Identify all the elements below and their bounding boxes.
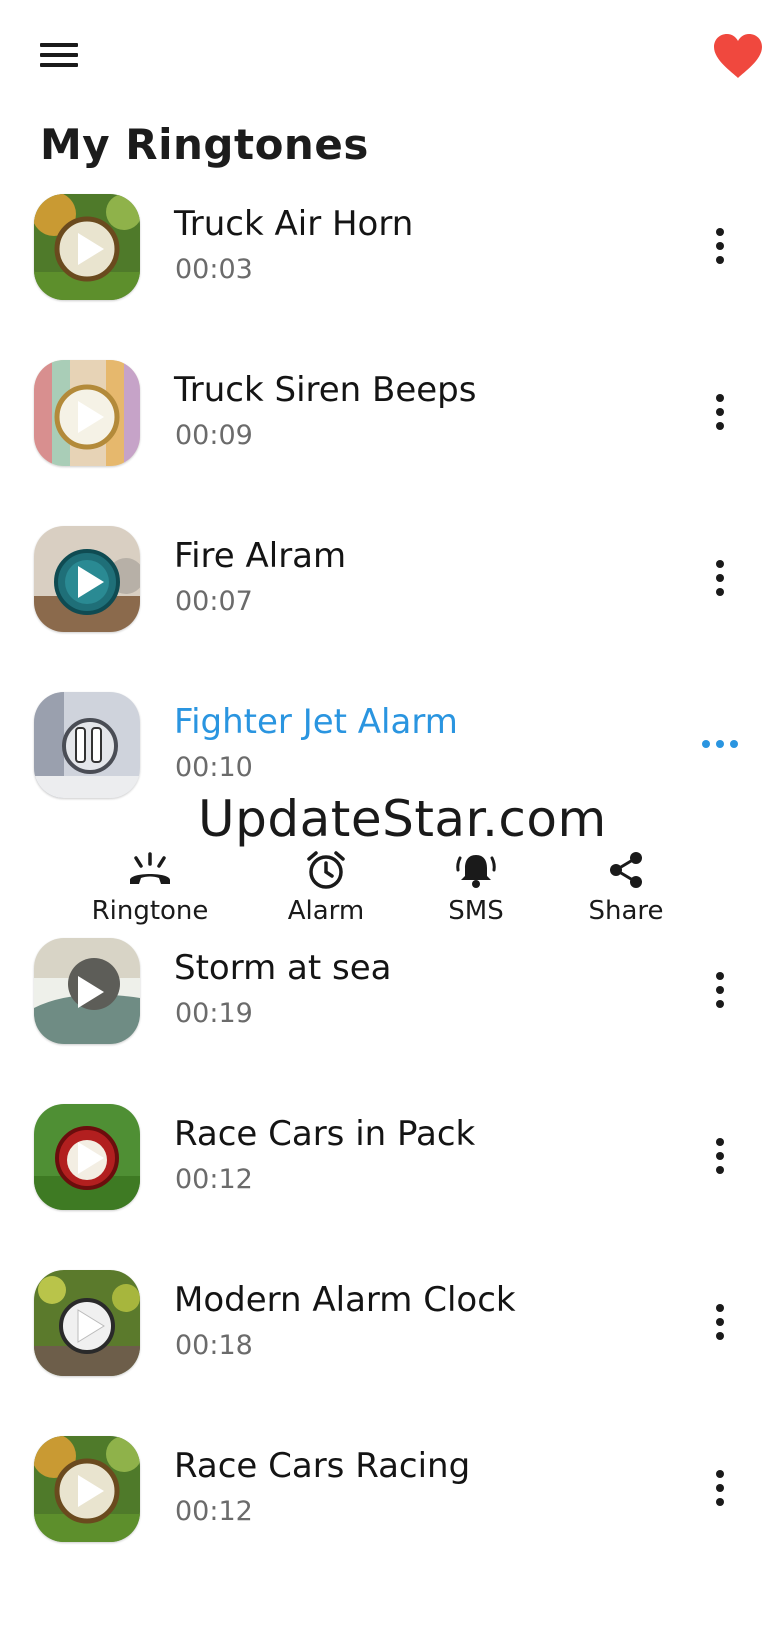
action-label: Ringtone [91, 896, 209, 926]
top-app-bar [0, 0, 780, 112]
ringtone-title: Truck Air Horn [174, 204, 414, 244]
ringtone-duration: 00:12 [175, 1164, 253, 1195]
bell-ringing-icon [456, 855, 496, 888]
ringtone-thumbnail[interactable] [34, 1270, 140, 1376]
action-label: Alarm [287, 896, 365, 926]
ringtone-title: Truck Siren Beeps [174, 370, 477, 410]
ringtone-thumbnail[interactable] [34, 526, 140, 632]
ringtone-duration: 00:12 [175, 1496, 253, 1527]
more-options-icon[interactable] [700, 1296, 740, 1348]
ringtone-duration: 00:07 [175, 586, 253, 617]
more-options-horizontal-icon[interactable] [700, 718, 740, 770]
action-label: SMS [448, 896, 504, 926]
ringtone-title: Fighter Jet Alarm [174, 702, 458, 742]
action-label: Share [588, 896, 664, 926]
ringtone-title: Fire Alram [174, 536, 347, 576]
phone-ringing-icon [130, 852, 170, 884]
ringtone-title: Storm at sea [174, 948, 392, 988]
more-options-icon[interactable] [700, 1462, 740, 1514]
more-options-icon[interactable] [700, 552, 740, 604]
ringtone-row[interactable]: Truck Air Horn 00:03 [0, 192, 780, 302]
ringtone-title: Modern Alarm Clock [174, 1280, 516, 1320]
ringtone-thumbnail[interactable] [34, 1436, 140, 1542]
ringtone-thumbnail[interactable] [34, 360, 140, 466]
ringtone-title: Race Cars in Pack [174, 1114, 476, 1154]
ringtone-thumbnail[interactable] [34, 194, 140, 300]
ringtone-title: Race Cars Racing [174, 1446, 471, 1486]
ringtone-actions-bar: Ringtone Alarm SMS Share [0, 850, 780, 950]
watermark-text: UpdateStar.com [198, 790, 607, 848]
alarm-clock-icon [307, 851, 345, 889]
ringtone-row[interactable]: Race Cars Racing 00:12 [0, 1434, 780, 1544]
ringtone-thumbnail[interactable] [34, 692, 140, 798]
set-sms-button[interactable]: SMS [396, 850, 556, 940]
share-button[interactable]: Share [546, 850, 706, 940]
ringtone-row[interactable]: Race Cars in Pack 00:12 [0, 1102, 780, 1212]
ringtone-thumbnail[interactable] [34, 1104, 140, 1210]
more-options-icon[interactable] [700, 1130, 740, 1182]
ringtone-thumbnail[interactable] [34, 938, 140, 1044]
ringtone-row-selected[interactable]: Fighter Jet Alarm 00:10 [0, 690, 780, 800]
ringtone-duration: 00:03 [175, 254, 253, 285]
set-ringtone-button[interactable]: Ringtone [70, 850, 230, 940]
more-options-icon[interactable] [700, 220, 740, 272]
set-alarm-button[interactable]: Alarm [246, 850, 406, 940]
ringtone-row[interactable]: Storm at sea 00:19 [0, 936, 780, 1046]
page-title: My Ringtones [40, 120, 369, 169]
ringtone-row[interactable]: Fire Alram 00:07 [0, 524, 780, 634]
ringtone-duration: 00:19 [175, 998, 253, 1029]
ringtone-duration: 00:18 [175, 1330, 253, 1361]
hamburger-menu-icon[interactable] [36, 38, 82, 72]
ringtone-duration: 00:09 [175, 420, 253, 451]
more-options-icon[interactable] [700, 386, 740, 438]
ringtone-row[interactable]: Modern Alarm Clock 00:18 [0, 1268, 780, 1378]
share-icon [610, 852, 642, 888]
more-options-icon[interactable] [700, 964, 740, 1016]
ringtone-row[interactable]: Truck Siren Beeps 00:09 [0, 358, 780, 468]
heart-icon[interactable] [712, 32, 764, 80]
ringtone-duration: 00:10 [175, 752, 253, 783]
